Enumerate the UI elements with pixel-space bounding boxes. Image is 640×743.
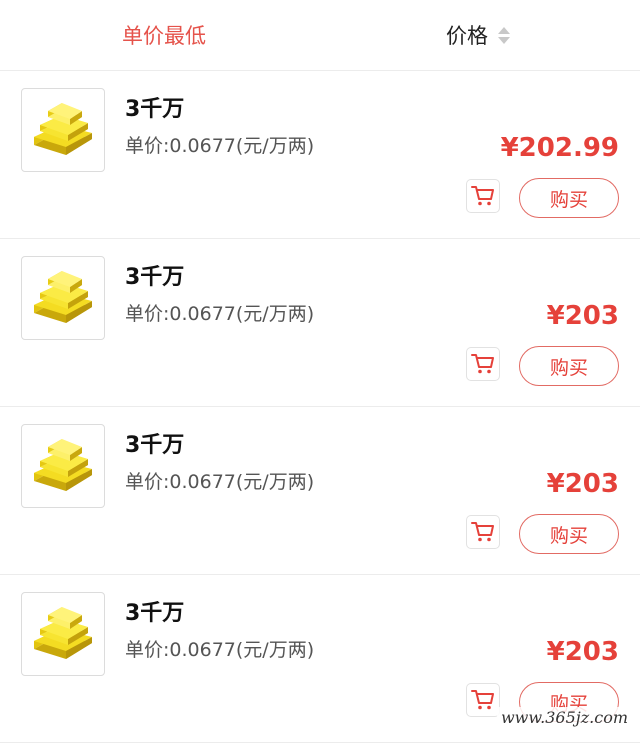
item-unit-price: 单价:0.0677(元/万两) — [125, 135, 315, 157]
gold-bars-icon — [21, 88, 105, 172]
list-item[interactable]: 3千万 单价:0.0677(元/万两) ¥203 购买 — [0, 239, 640, 407]
shopping-cart-icon — [471, 690, 494, 710]
item-price: ¥203 — [546, 637, 619, 667]
buy-button[interactable]: 购买 — [519, 514, 619, 554]
gold-bars-icon — [21, 592, 105, 676]
item-name: 3千万 — [125, 265, 185, 290]
add-to-cart-button[interactable] — [466, 515, 500, 549]
sort-arrows-icon — [498, 26, 510, 44]
sort-price-label: 价格 — [446, 24, 488, 48]
item-unit-price: 单价:0.0677(元/万两) — [125, 303, 315, 325]
item-unit-price: 单价:0.0677(元/万两) — [125, 639, 315, 661]
listing-list: 3千万 单价:0.0677(元/万两) ¥202.99 购买 3千万 单价:0.… — [0, 71, 640, 743]
watermark: www.365jz.com — [496, 707, 632, 728]
item-name: 3千万 — [125, 601, 185, 626]
shopping-cart-icon — [471, 522, 494, 542]
item-price: ¥202.99 — [500, 133, 619, 163]
item-price: ¥203 — [546, 301, 619, 331]
add-to-cart-button[interactable] — [466, 179, 500, 213]
add-to-cart-button[interactable] — [466, 683, 500, 717]
gold-bars-icon — [21, 424, 105, 508]
item-unit-price: 单价:0.0677(元/万两) — [125, 471, 315, 493]
sort-price[interactable]: 价格 — [446, 20, 510, 50]
buy-button[interactable]: 购买 — [519, 346, 619, 386]
buy-button[interactable]: 购买 — [519, 178, 619, 218]
list-item[interactable]: 3千万 单价:0.0677(元/万两) ¥202.99 购买 — [0, 71, 640, 239]
item-name: 3千万 — [125, 97, 185, 122]
sort-unit-price-lowest[interactable]: 单价最低 — [122, 20, 206, 50]
list-item[interactable]: 3千万 单价:0.0677(元/万两) ¥203 购买 — [0, 407, 640, 575]
shopping-cart-icon — [471, 354, 494, 374]
item-name: 3千万 — [125, 433, 185, 458]
gold-bars-icon — [21, 256, 105, 340]
add-to-cart-button[interactable] — [466, 347, 500, 381]
sort-bar: 单价最低 价格 — [0, 0, 640, 71]
item-price: ¥203 — [546, 469, 619, 499]
shopping-cart-icon — [471, 186, 494, 206]
